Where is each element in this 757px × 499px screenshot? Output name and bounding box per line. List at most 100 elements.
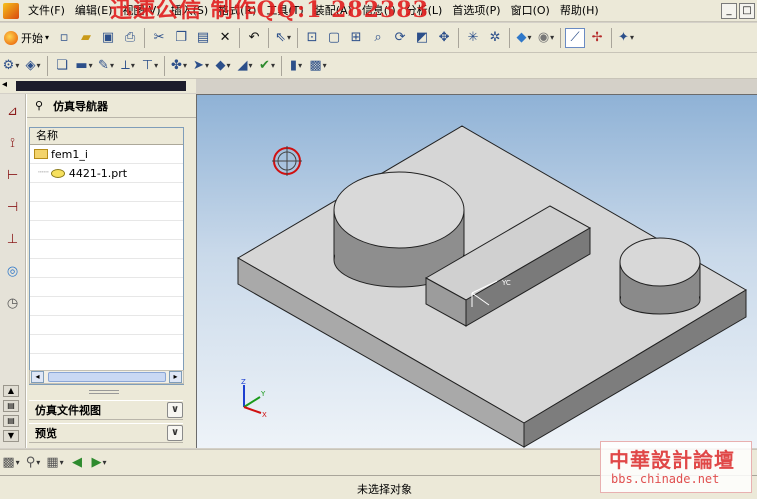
magnify-icon[interactable]: ⌕ [368,28,388,48]
section-label: 仿真文件视图 [35,404,101,417]
results-icon[interactable]: ▮ [286,56,306,76]
menu-insert[interactable]: 插入(S) [166,1,214,21]
render-style-icon[interactable]: ◆ [514,28,534,48]
chevron-down-icon[interactable]: ∨ [167,402,183,418]
copy-icon[interactable]: ❐ [171,28,191,48]
scroll-right-icon[interactable]: ▸ [169,371,182,383]
simulation-navigator-panel: ⚲ 仿真导航器 名称 fem1_i ┄┄ 4421-1.prt ◂ ▸ 仿真文件… [26,94,196,448]
pin-icon[interactable]: ⚲ [35,99,43,112]
menu-edit[interactable]: 编辑(E) [70,1,118,21]
perspective-icon[interactable]: ◩ [412,28,432,48]
paste-icon[interactable]: ▤ [193,28,213,48]
history-tab-icon[interactable]: ◷ [3,292,23,314]
scroll-up-icon[interactable]: ▲ [3,385,19,397]
menu-file[interactable]: 文件(F) [23,1,70,21]
rotate-icon[interactable]: ⟳ [390,28,410,48]
splitter-grip[interactable] [89,390,119,394]
save-icon[interactable]: ▣ [98,28,118,48]
zoom-icon[interactable]: ⊞ [346,28,366,48]
tree-node-label: 4421-1.prt [68,166,128,180]
start-button[interactable]: 开始 ▾ [0,28,53,48]
constraint-navigator-tab-icon[interactable]: ⟟ [3,132,23,154]
filter-icon[interactable]: ▦ [45,453,65,473]
pan-icon[interactable]: ✥ [434,28,454,48]
material-icon[interactable]: ◈ [23,56,43,76]
arrow-right-icon[interactable]: ▶ [89,453,109,473]
navigator-tree: 名称 fem1_i ┄┄ 4421-1.prt [29,127,184,385]
title-strip [16,81,186,91]
delete-icon[interactable]: ✕ [215,28,235,48]
element-icon[interactable]: ✤ [169,56,189,76]
snap-icon[interactable]: ✦ [616,28,636,48]
tree-node-fem[interactable]: fem1_i [30,145,183,164]
fit-icon[interactable]: ⊡ [302,28,322,48]
small-cylinder-top[interactable] [619,237,701,287]
menu-info[interactable]: 信息(I) [357,1,401,21]
arrow-left-icon[interactable]: ◀ [67,453,87,473]
simulation-navigator-tab-icon[interactable]: ⊿ [3,100,23,122]
check-mesh-icon[interactable]: ◢ [235,56,255,76]
fixture-icon[interactable]: ⊤ [140,56,160,76]
chevron-down-icon[interactable]: ∨ [167,425,183,441]
scroll-mid-icon[interactable]: ▤ [3,400,19,412]
print-icon[interactable]: ⎙ [120,28,140,48]
start-icon [4,30,18,45]
constraint-icon[interactable]: ✎ [96,56,116,76]
section-sim-file-view[interactable]: 仿真文件视图 ∨ [29,400,183,420]
zoom-window-icon[interactable]: ▢ [324,28,344,48]
coordinate-icon[interactable]: ✢ [587,28,607,48]
load-icon[interactable]: ▬ [74,56,94,76]
menu-window[interactable]: 窗口(O) [506,1,555,21]
solver-icon[interactable]: ❏ [52,56,72,76]
scroll-left-icon[interactable]: ◂ [31,371,44,383]
mesh-icon[interactable]: ⚙ [1,56,21,76]
menu-format[interactable]: 格式(R) [213,1,261,21]
search-icon[interactable]: ⚲ [23,453,43,473]
restore-button[interactable]: □ [739,2,755,19]
menu-analysis[interactable]: 分析(L) [401,1,448,21]
chevron-left-icon[interactable]: ◂ [2,79,7,90]
graphics-window[interactable]: YC Z Y X [196,94,757,448]
scroll-thumb[interactable] [48,372,166,382]
scroll-mid2-icon[interactable]: ▤ [3,415,19,427]
scroll-down-icon[interactable]: ▼ [3,430,19,442]
undo-icon[interactable]: ↶ [244,28,264,48]
simulation-toolbar: ⚙ ◈ ❏ ▬ ✎ ⟂ ⊤ ✤ ➤ ◆ ◢ ✔ ▮ ▩ [0,53,757,79]
part-navigator-tab-icon[interactable]: ⊣ [3,196,23,218]
model-canvas[interactable]: YC Z Y X [197,95,757,448]
menu-tools[interactable]: 工具(T) [261,1,308,21]
folder-icon [34,149,48,159]
menu-help[interactable]: 帮助(H) [555,1,604,21]
menu-view[interactable]: 视图(V) [117,1,165,21]
large-cylinder-top[interactable] [333,171,465,249]
assembly-navigator-tab-icon[interactable]: ⊢ [3,164,23,186]
column-header-name[interactable]: 名称 [30,128,183,145]
edit-mesh-icon[interactable]: ◆ [213,56,233,76]
new-file-icon[interactable]: ▫ [54,28,74,48]
menu-assembly[interactable]: 装配(A) [309,1,357,21]
node-icon[interactable]: ➤ [191,56,211,76]
selection-icon[interactable]: ⇖ [273,28,293,48]
panel-title: 仿真导航器 [53,99,109,113]
check-icon[interactable]: ✔ [257,56,277,76]
section-preview[interactable]: 预览 ∨ [29,423,183,443]
cut-icon[interactable]: ✂ [149,28,169,48]
tree-node-part[interactable]: ┄┄ 4421-1.prt [30,164,183,183]
wcs-icon[interactable]: ⟋ [565,27,586,48]
open-folder-icon[interactable]: ▰ [76,28,96,48]
orient-icon[interactable]: ✳ [463,28,483,48]
layer-icon[interactable]: ▩ [1,453,21,473]
section-label: 预览 [35,427,57,440]
minimize-button[interactable]: _ [721,2,737,19]
menu-preferences[interactable]: 首选项(P) [447,1,505,21]
display-icon[interactable]: ◉ [536,28,556,48]
forum-url: bbs.chinade.net [611,472,720,486]
horizontal-scrollbar[interactable]: ◂ ▸ [29,370,184,384]
start-label: 开始 [21,31,43,45]
web-browser-tab-icon[interactable]: ◎ [3,260,23,282]
report-icon[interactable]: ▩ [308,56,328,76]
boundary-icon[interactable]: ⟂ [118,56,138,76]
wcs-label: YC [501,279,511,287]
section-icon[interactable]: ✲ [485,28,505,48]
reuse-library-tab-icon[interactable]: ⊥ [3,228,23,250]
